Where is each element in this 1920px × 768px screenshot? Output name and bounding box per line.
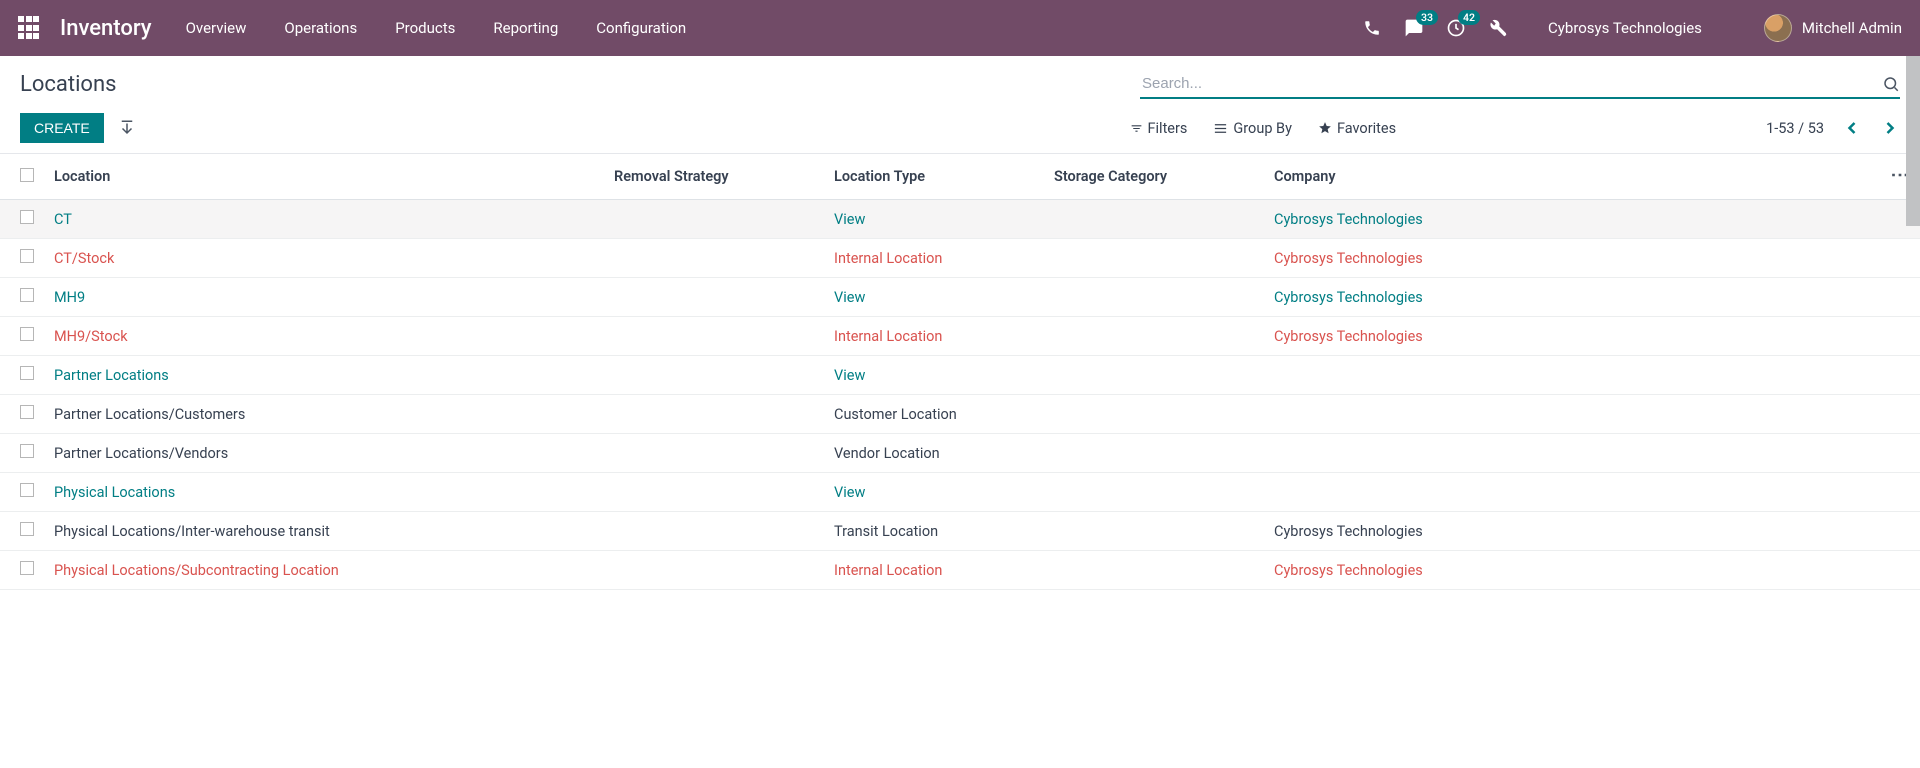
- cell-location[interactable]: MH9: [54, 289, 85, 306]
- table-row[interactable]: Physical Locations View: [0, 473, 1920, 512]
- row-checkbox[interactable]: [20, 444, 34, 458]
- search-input[interactable]: [1140, 70, 1882, 97]
- filters-label: Filters: [1148, 120, 1188, 137]
- cell-company: Cybrosys Technologies: [1274, 211, 1423, 228]
- favorites-label: Favorites: [1337, 120, 1396, 137]
- cell-location[interactable]: CT: [54, 211, 72, 228]
- systray: 33 42 Cybrosys Technologies Mitchell Adm…: [1362, 14, 1902, 42]
- cell-type: View: [834, 367, 865, 384]
- messages-badge: 33: [1416, 10, 1438, 25]
- control-panel: Locations CREATE Filters Group By: [0, 56, 1920, 154]
- table-row[interactable]: CT/Stock Internal Location Cybrosys Techno…: [0, 239, 1920, 278]
- list-view: Location Removal Strategy Location Type …: [0, 154, 1920, 760]
- cell-location[interactable]: MH9/Stock: [54, 328, 128, 345]
- cell-type: Internal Location: [834, 562, 942, 579]
- table-row[interactable]: MH9/Stock Internal Location Cybrosys Techn…: [0, 317, 1920, 356]
- cell-type: View: [834, 211, 865, 228]
- row-checkbox[interactable]: [20, 366, 34, 380]
- groupby-label: Group By: [1233, 120, 1292, 137]
- col-location-type[interactable]: Location Type: [824, 154, 1044, 200]
- messages-icon[interactable]: 33: [1404, 18, 1424, 38]
- tools-icon[interactable]: [1488, 18, 1508, 38]
- pager-prev[interactable]: [1842, 118, 1862, 138]
- search-options: Filters Group By Favorites: [1130, 120, 1397, 137]
- row-checkbox[interactable]: [20, 249, 34, 263]
- row-checkbox[interactable]: [20, 483, 34, 497]
- col-storage-category[interactable]: Storage Category: [1044, 154, 1264, 200]
- app-title[interactable]: Inventory: [60, 16, 152, 41]
- cell-location[interactable]: Partner Locations: [54, 367, 169, 384]
- table-row[interactable]: Partner Locations/Vendors Vendor Location: [0, 434, 1920, 473]
- cell-location[interactable]: Physical Locations: [54, 484, 175, 501]
- activities-icon[interactable]: 42: [1446, 18, 1466, 38]
- table-row[interactable]: Partner Locations/Customers Customer Loca…: [0, 395, 1920, 434]
- search-icon[interactable]: [1882, 75, 1900, 93]
- company-switcher[interactable]: Cybrosys Technologies: [1548, 19, 1702, 37]
- cell-type: Internal Location: [834, 328, 942, 345]
- nav-products[interactable]: Products: [395, 19, 455, 37]
- nav-overview[interactable]: Overview: [186, 19, 247, 37]
- col-removal-strategy[interactable]: Removal Strategy: [604, 154, 824, 200]
- select-all-checkbox[interactable]: [20, 168, 34, 182]
- user-name: Mitchell Admin: [1802, 19, 1902, 37]
- scrollbar[interactable]: [1906, 56, 1920, 226]
- col-location[interactable]: Location: [44, 154, 604, 200]
- search-box: [1140, 70, 1900, 99]
- pager-next[interactable]: [1880, 118, 1900, 138]
- top-navbar: Inventory Overview Operations Products R…: [0, 0, 1920, 56]
- locations-table: Location Removal Strategy Location Type …: [0, 154, 1920, 590]
- col-company[interactable]: Company: [1264, 154, 1879, 200]
- nav-operations[interactable]: Operations: [284, 19, 357, 37]
- create-button[interactable]: CREATE: [20, 113, 104, 143]
- cell-company: Cybrosys Technologies: [1274, 523, 1423, 540]
- cell-type: Vendor Location: [834, 445, 940, 462]
- pager: 1-53 / 53: [1766, 118, 1900, 138]
- table-row[interactable]: MH9 View Cybrosys Technologies: [0, 278, 1920, 317]
- table-header-row: Location Removal Strategy Location Type …: [0, 154, 1920, 200]
- filters-button[interactable]: Filters: [1130, 120, 1188, 137]
- cell-location[interactable]: Partner Locations/Vendors: [54, 445, 228, 462]
- cell-location[interactable]: Partner Locations/Customers: [54, 406, 245, 423]
- activities-badge: 42: [1458, 10, 1480, 25]
- cell-location[interactable]: CT/Stock: [54, 250, 114, 267]
- page-title: Locations: [20, 72, 116, 97]
- cell-company: Cybrosys Technologies: [1274, 328, 1423, 345]
- row-checkbox[interactable]: [20, 522, 34, 536]
- apps-icon[interactable]: [18, 16, 42, 40]
- groupby-button[interactable]: Group By: [1213, 120, 1292, 137]
- row-checkbox[interactable]: [20, 210, 34, 224]
- nav-configuration[interactable]: Configuration: [596, 19, 686, 37]
- cell-type: View: [834, 289, 865, 306]
- table-row[interactable]: Physical Locations/Inter-warehouse trans…: [0, 512, 1920, 551]
- table-row[interactable]: CT View Cybrosys Technologies: [0, 200, 1920, 239]
- cell-type: View: [834, 484, 865, 501]
- favorites-button[interactable]: Favorites: [1318, 120, 1396, 137]
- cell-location[interactable]: Physical Locations/Subcontracting Locati…: [54, 562, 339, 579]
- cell-company: Cybrosys Technologies: [1274, 289, 1423, 306]
- cell-type: Transit Location: [834, 523, 938, 540]
- cell-type: Internal Location: [834, 250, 942, 267]
- table-row[interactable]: Physical Locations/Subcontracting Locati…: [0, 551, 1920, 590]
- row-checkbox[interactable]: [20, 405, 34, 419]
- cell-location[interactable]: Physical Locations/Inter-warehouse trans…: [54, 523, 330, 540]
- export-icon[interactable]: [118, 119, 136, 137]
- avatar: [1764, 14, 1792, 42]
- phone-icon[interactable]: [1362, 18, 1382, 38]
- cell-type: Customer Location: [834, 406, 957, 423]
- row-checkbox[interactable]: [20, 288, 34, 302]
- table-row[interactable]: Partner Locations View: [0, 356, 1920, 395]
- cell-company: Cybrosys Technologies: [1274, 562, 1423, 579]
- cell-company: Cybrosys Technologies: [1274, 250, 1423, 267]
- row-checkbox[interactable]: [20, 327, 34, 341]
- user-menu[interactable]: Mitchell Admin: [1764, 14, 1902, 42]
- nav-reporting[interactable]: Reporting: [493, 19, 558, 37]
- row-checkbox[interactable]: [20, 561, 34, 575]
- pager-value[interactable]: 1-53 / 53: [1766, 120, 1824, 137]
